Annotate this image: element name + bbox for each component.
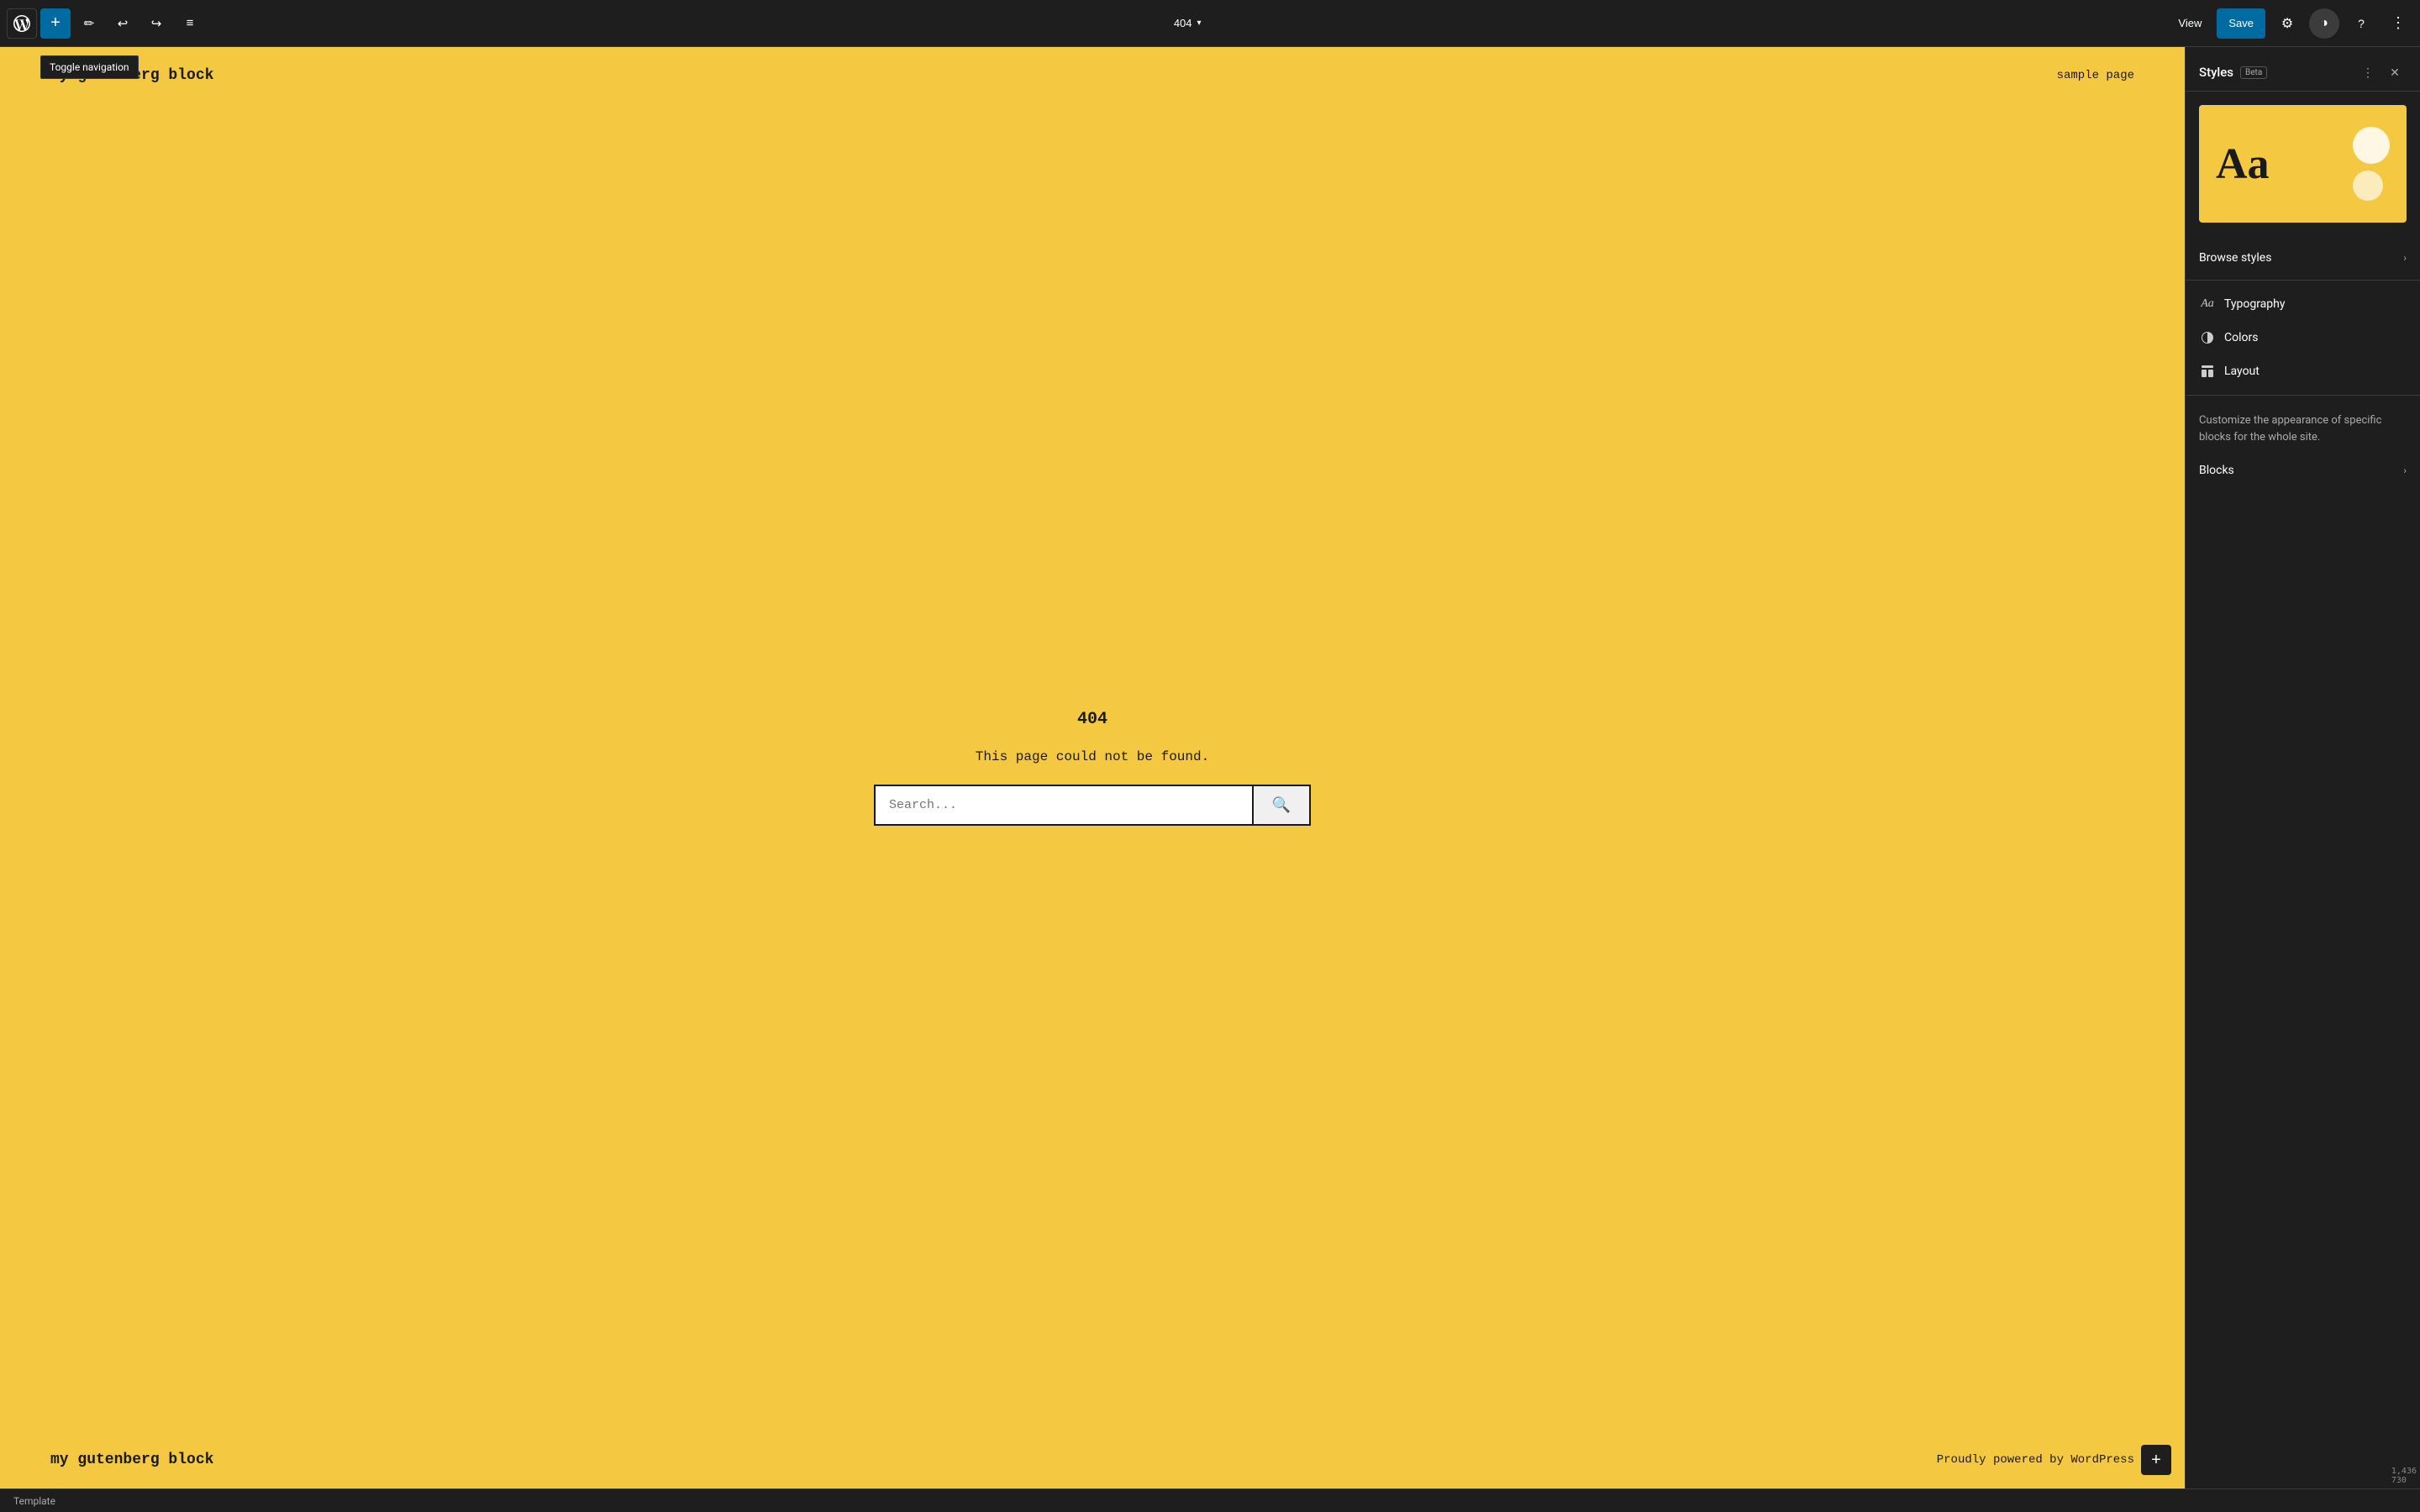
- toolbar-center: 404 ▾: [208, 12, 2166, 34]
- tools-button[interactable]: ✏: [74, 8, 104, 39]
- toggle-navigation-tooltip: Toggle navigation: [40, 55, 139, 79]
- styles-button[interactable]: ◑: [2309, 8, 2339, 39]
- layout-icon: [2199, 363, 2216, 380]
- y-coord: 730: [2391, 1476, 2407, 1485]
- sidebar-title: Styles: [2199, 65, 2233, 80]
- redo-button[interactable]: ↪: [141, 8, 171, 39]
- preview-typography-sample: Aa: [2216, 139, 2270, 189]
- preview-color-circles: [2353, 127, 2390, 201]
- site-footer: my gutenberg block Proudly powered by Wo…: [0, 1431, 2185, 1488]
- undo-button[interactable]: ↩: [108, 8, 138, 39]
- browse-styles-item[interactable]: Browse styles ›: [2186, 243, 2420, 273]
- style-preview-card[interactable]: Aa: [2199, 105, 2407, 223]
- list-view-icon: ≡: [187, 16, 194, 30]
- coordinates-display: 1,436 730: [2391, 1467, 2417, 1485]
- browse-styles-label: Browse styles: [2199, 251, 2271, 265]
- wp-logo-button[interactable]: [7, 8, 37, 39]
- nav-link-sample-page[interactable]: sample page: [2057, 69, 2134, 82]
- sidebar-divider-2: [2186, 395, 2420, 396]
- colors-label: Colors: [2224, 331, 2258, 344]
- chevron-right-icon: ›: [2403, 252, 2407, 264]
- colors-icon: [2199, 329, 2216, 346]
- preview-circle-small: [2353, 171, 2383, 201]
- undo-icon: ↩: [118, 16, 129, 31]
- more-icon: ⋮: [2391, 14, 2406, 32]
- page-title-label: 404: [1174, 17, 1192, 29]
- search-form: 🔍: [874, 785, 1311, 826]
- canvas: my gutenberg block sample page 404 This …: [0, 47, 2185, 1488]
- footer-site-title: my gutenberg block: [50, 1452, 213, 1468]
- redo-icon: ↪: [151, 16, 162, 31]
- sidebar-description: Customize the appearance of specific blo…: [2186, 402, 2420, 455]
- typography-item[interactable]: Aa Typography: [2186, 287, 2420, 321]
- sidebar-close-button[interactable]: ✕: [2383, 60, 2407, 84]
- sidebar-divider-1: [2186, 280, 2420, 281]
- blocks-item[interactable]: Blocks ›: [2186, 455, 2420, 486]
- pencil-icon: ✏: [84, 16, 95, 31]
- toolbar-right: View Save ⚙ ◑ ? ⋮: [2170, 8, 2413, 39]
- main-area: my gutenberg block sample page 404 This …: [0, 47, 2420, 1488]
- blocks-chevron-icon: ›: [2403, 465, 2407, 476]
- site-header: my gutenberg block sample page: [0, 47, 2185, 104]
- sidebar-title-row: Styles Beta: [2199, 65, 2267, 80]
- chevron-down-icon: ▾: [1197, 18, 1202, 28]
- help-icon: ?: [2358, 17, 2365, 30]
- sidebar-menu: Browse styles › Aa Typography: [2186, 236, 2420, 492]
- save-button[interactable]: Save: [2217, 8, 2265, 39]
- blocks-label: Blocks: [2199, 464, 2234, 477]
- toolbar: + Toggle navigation ✏ ↩ ↪ ≡ 404 ▾ View S…: [0, 0, 2420, 47]
- typography-label: Typography: [2224, 297, 2285, 311]
- sidebar-header: Styles Beta ⋮ ✕: [2186, 47, 2420, 92]
- footer-credit: Proudly powered by WordPress: [1937, 1453, 2134, 1467]
- error-code: 404: [1077, 710, 1107, 729]
- settings-icon: ⚙: [2281, 15, 2293, 32]
- help-button[interactable]: ?: [2346, 8, 2376, 39]
- status-bar: Template: [0, 1488, 2420, 1512]
- sidebar-more-button[interactable]: ⋮: [2356, 60, 2380, 84]
- page-content: 404 This page could not be found. 🔍: [0, 104, 2185, 1431]
- error-message: This page could not be found.: [976, 749, 1209, 764]
- wp-logo-icon: [13, 15, 30, 32]
- close-icon: ✕: [2390, 66, 2400, 80]
- more-options-button[interactable]: ⋮: [2383, 8, 2413, 39]
- status-label: Template: [13, 1495, 55, 1507]
- x-coord: 1,436: [2391, 1467, 2417, 1476]
- style-preview-content: Aa: [2199, 105, 2407, 223]
- colors-item[interactable]: Colors: [2186, 321, 2420, 354]
- styles-icon: ◑: [2320, 16, 2328, 31]
- add-block-canvas-button[interactable]: +: [2141, 1445, 2171, 1475]
- layout-item[interactable]: Layout: [2186, 354, 2420, 388]
- page-title-button[interactable]: 404 ▾: [1165, 12, 1210, 34]
- view-button[interactable]: View: [2170, 8, 2210, 39]
- beta-badge: Beta: [2240, 66, 2267, 79]
- add-block-toolbar-button[interactable]: +: [40, 8, 71, 39]
- layout-label: Layout: [2224, 365, 2260, 378]
- search-icon: 🔍: [1272, 796, 1291, 814]
- styles-sidebar: Styles Beta ⋮ ✕ Aa: [2185, 47, 2420, 1488]
- add-icon: +: [50, 13, 60, 33]
- list-view-button[interactable]: ≡: [175, 8, 205, 39]
- settings-button[interactable]: ⚙: [2272, 8, 2302, 39]
- search-submit-button[interactable]: 🔍: [1254, 785, 1311, 826]
- search-input[interactable]: [874, 785, 1254, 826]
- more-options-icon: ⋮: [2362, 66, 2374, 80]
- preview-circle-large: [2353, 127, 2390, 164]
- typography-icon: Aa: [2199, 296, 2216, 312]
- toolbar-left: + Toggle navigation ✏ ↩ ↪ ≡: [7, 8, 205, 39]
